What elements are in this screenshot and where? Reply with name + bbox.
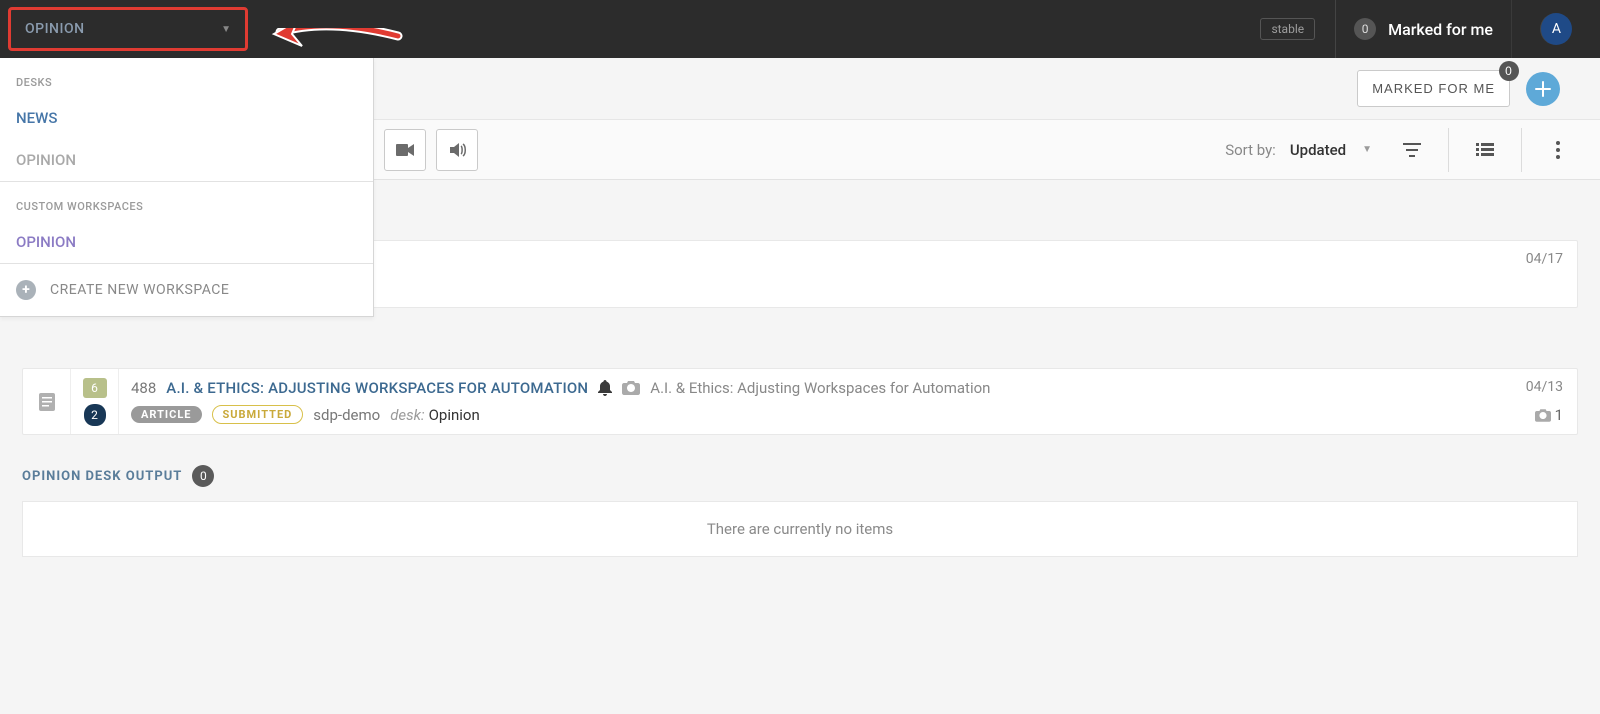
dropdown-item-opinion[interactable]: OPINION xyxy=(0,139,373,181)
audio-filter-button[interactable] xyxy=(436,129,478,171)
kebab-menu-icon[interactable] xyxy=(1538,130,1578,170)
dropdown-section-desks: DESKS xyxy=(0,58,373,97)
item-author: sdp-demo xyxy=(313,406,380,424)
avatar-wrap: A xyxy=(1511,0,1600,58)
bell-icon xyxy=(598,380,612,396)
marked-button-count: 0 xyxy=(1499,61,1519,81)
top-bar: OPINION ▼ stable 0 Marked for me A xyxy=(0,0,1600,58)
marked-for-me-button[interactable]: MARKED FOR ME 0 xyxy=(1357,70,1510,107)
dropdown-item-news[interactable]: NEWS xyxy=(0,97,373,139)
section-title: OPINION DESK OUTPUT xyxy=(22,469,182,484)
create-new-workspace[interactable]: + CREATE NEW WORKSPACE xyxy=(0,263,373,316)
section-count: 0 xyxy=(192,465,214,487)
divider xyxy=(1521,128,1522,172)
section-header: OPINION DESK OUTPUT 0 xyxy=(0,435,1600,497)
camera-icon xyxy=(622,381,640,395)
list-item[interactable]: 6 2 488 A.I. & ETHICS: ADJUSTING WORKSPA… xyxy=(22,368,1578,435)
topbar-right: stable 0 Marked for me A xyxy=(1260,0,1600,58)
marked-count-badge: 0 xyxy=(1354,18,1376,40)
sort-by-label: Sort by: xyxy=(1225,141,1276,159)
filter-icon[interactable] xyxy=(1392,130,1432,170)
empty-text: There are currently no items xyxy=(707,520,893,538)
item-slugline: A.I. & ETHICS: ADJUSTING WORKSPACES FOR … xyxy=(166,379,588,397)
desk-dropdown-panel: DESKS NEWS OPINION CUSTOM WORKSPACES OPI… xyxy=(0,58,374,317)
camera-icon xyxy=(1535,409,1551,422)
item-type-column xyxy=(23,369,71,434)
item-main: 488 A.I. & ETHICS: ADJUSTING WORKSPACES … xyxy=(119,369,1512,434)
sort-caret-icon[interactable]: ▼ xyxy=(1362,144,1372,155)
sort-by-value[interactable]: Updated xyxy=(1290,141,1346,159)
toolbar-right: Sort by: Updated ▼ xyxy=(1225,128,1578,172)
desk-dropdown-toggle[interactable]: OPINION ▼ xyxy=(8,7,248,51)
video-filter-button[interactable] xyxy=(384,129,426,171)
dropdown-item-ws-opinion[interactable]: OPINION xyxy=(0,221,373,263)
divider xyxy=(1448,128,1449,172)
caret-down-icon: ▼ xyxy=(221,24,231,35)
user-avatar[interactable]: A xyxy=(1540,13,1572,45)
desk-dropdown-label: OPINION xyxy=(25,21,85,37)
create-item-fab[interactable] xyxy=(1526,72,1560,106)
item-id: 488 xyxy=(131,379,156,397)
desk-name: Opinion xyxy=(429,406,480,424)
item-date: 04/13 xyxy=(1526,379,1563,395)
item-meta: 04/13 1 xyxy=(1512,369,1577,434)
item-badges: 6 2 xyxy=(71,369,119,434)
plus-circle-icon: + xyxy=(16,280,36,300)
dropdown-section-custom: CUSTOM WORKSPACES xyxy=(0,182,373,221)
item-badge-top: 6 xyxy=(83,378,107,398)
list-view-icon[interactable] xyxy=(1465,130,1505,170)
marked-button-label: MARKED FOR ME xyxy=(1372,81,1495,96)
marked-for-me-label: Marked for me xyxy=(1388,20,1493,39)
create-new-label: CREATE NEW WORKSPACE xyxy=(50,282,229,298)
text-item-icon xyxy=(39,393,55,411)
photo-count: 1 xyxy=(1555,406,1563,424)
article-chip: ARTICLE xyxy=(131,406,202,423)
desk-prefix: desk: xyxy=(390,406,424,424)
item-date: 04/17 xyxy=(1526,251,1563,267)
item-badge-bottom: 2 xyxy=(84,404,106,426)
empty-state: There are currently no items xyxy=(22,501,1578,557)
submitted-chip: SUBMITTED xyxy=(212,405,304,424)
item-headline: A.I. & Ethics: Adjusting Workspaces for … xyxy=(650,379,990,397)
marked-for-me-top[interactable]: 0 Marked for me xyxy=(1335,0,1511,58)
item-meta: 04/17 xyxy=(1512,241,1577,307)
stable-pill: stable xyxy=(1260,18,1315,40)
